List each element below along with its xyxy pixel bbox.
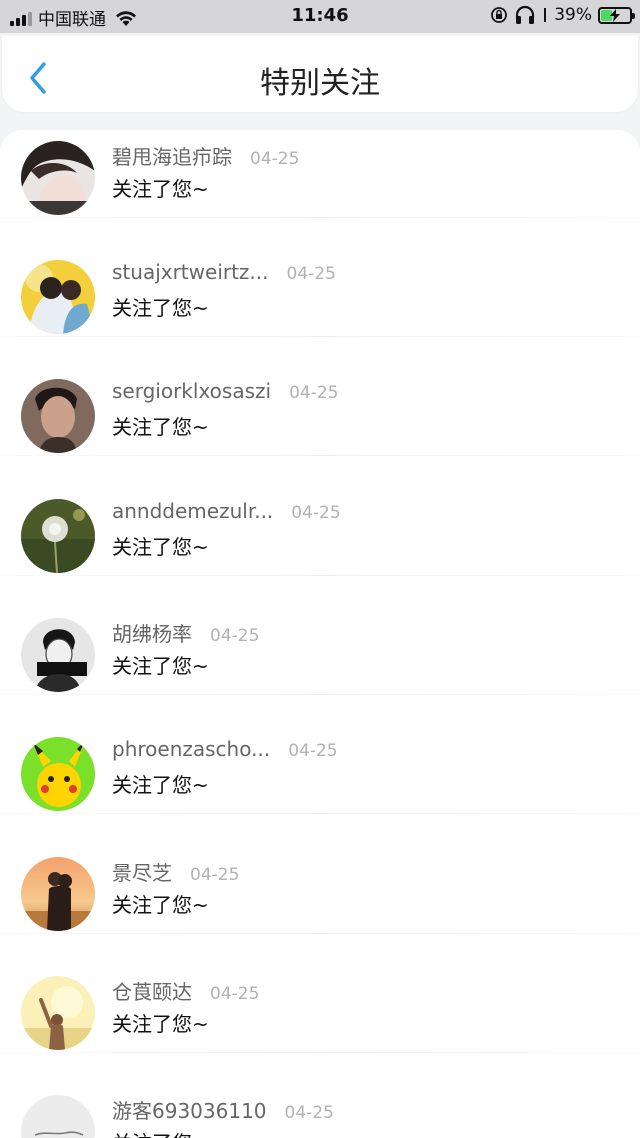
avatar[interactable] <box>21 499 95 573</box>
follow-date: 04-25 <box>210 626 260 646</box>
follow-list-item[interactable]: 景尽芝 04-25 关注了您~ <box>0 815 640 934</box>
name-row: 胡绋杨率 04-25 <box>112 618 259 648</box>
name-row: phroenzascho... 04-25 <box>112 737 338 767</box>
follow-message: 关注了您~ <box>112 654 209 678</box>
follow-list-item[interactable]: 仓莨颐达 04-25 关注了您~ <box>0 934 640 1053</box>
divider <box>0 455 640 456</box>
follow-message: 关注了您~ <box>112 893 209 917</box>
page-title: 特别关注 <box>260 66 380 101</box>
status-bar: 中国联通 11:46 39% <box>0 0 640 33</box>
follow-message: 关注了您~ <box>112 535 209 559</box>
follower-name: stuajxrtweirtz... <box>112 260 269 284</box>
follow-list-item[interactable]: 游客693036110 04-25 关注了您~ <box>0 1053 640 1138</box>
name-row: 碧甩海追疖踪 04-25 <box>112 141 299 171</box>
follow-message: 关注了您~ <box>112 415 209 439</box>
follow-list-item[interactable]: sergiorklxosaszi 04-25 关注了您~ <box>0 337 640 456</box>
follow-list-item[interactable]: annddemezulr... 04-25 关注了您~ <box>0 457 640 576</box>
name-row: 仓莨颐达 04-25 <box>112 976 259 1006</box>
follow-date: 04-25 <box>284 1103 334 1123</box>
follow-message: 关注了您~ <box>112 1012 209 1036</box>
avatar[interactable] <box>21 260 95 334</box>
avatar[interactable] <box>21 976 95 1050</box>
follower-name: annddemezulr... <box>112 499 274 523</box>
avatar[interactable] <box>21 379 95 453</box>
follow-date: 04-25 <box>286 264 336 284</box>
follower-name: 胡绋杨率 <box>112 622 192 646</box>
follow-date: 04-25 <box>190 865 240 885</box>
follow-date: 04-25 <box>289 383 339 403</box>
avatar[interactable] <box>21 857 95 931</box>
status-bar-right: 39% <box>490 5 635 25</box>
name-row: 景尽芝 04-25 <box>112 857 239 887</box>
follower-name: phroenzascho... <box>112 737 271 761</box>
follow-list-item[interactable]: 胡绋杨率 04-25 关注了您~ <box>0 576 640 695</box>
avatar[interactable] <box>21 1095 95 1138</box>
follow-list-item[interactable]: 碧甩海追疖踪 04-25 关注了您~ <box>0 130 640 218</box>
avatar[interactable] <box>21 737 95 811</box>
follower-name: 景尽芝 <box>112 861 172 885</box>
follow-message: 关注了您~ <box>112 296 209 320</box>
follow-message: 关注了您~ <box>112 177 209 201</box>
follow-message: 关注了您~ <box>112 1127 209 1138</box>
name-row: 游客693036110 04-25 <box>112 1095 334 1125</box>
follower-name: 碧甩海追疖踪 <box>112 145 232 169</box>
follower-name: 游客693036110 <box>112 1099 267 1123</box>
battery-percent: 39% <box>554 5 592 25</box>
orientation-lock-icon <box>491 7 508 23</box>
charging-bolt-icon <box>610 8 620 22</box>
headphones-icon <box>516 5 535 24</box>
name-row: annddemezulr... 04-25 <box>112 499 341 529</box>
avatar[interactable] <box>21 618 95 692</box>
follow-list-item[interactable]: stuajxrtweirtz... 04-25 关注了您~ <box>0 218 640 337</box>
follower-name: 仓莨颐达 <box>112 980 192 1004</box>
name-row: sergiorklxosaszi 04-25 <box>112 379 338 409</box>
follow-list-item[interactable]: phroenzascho... 04-25 关注了您~ <box>0 695 640 814</box>
battery-charging-icon <box>598 6 635 24</box>
follow-list: 碧甩海追疖踪 04-25 关注了您~ stuajxrtweirtz... 04-… <box>0 130 640 1138</box>
navigation-header: 特别关注 <box>2 36 638 112</box>
avatar[interactable] <box>21 141 95 215</box>
bluetooth-bar-icon <box>544 8 547 22</box>
follow-date: 04-25 <box>250 149 300 169</box>
divider <box>0 813 640 814</box>
follow-date: 04-25 <box>291 503 341 523</box>
follow-message: 关注了您~ <box>112 773 209 797</box>
name-row: stuajxrtweirtz... 04-25 <box>112 260 336 290</box>
follow-date: 04-25 <box>210 984 260 1004</box>
follower-name: sergiorklxosaszi <box>112 379 272 403</box>
follow-date: 04-25 <box>288 741 338 761</box>
